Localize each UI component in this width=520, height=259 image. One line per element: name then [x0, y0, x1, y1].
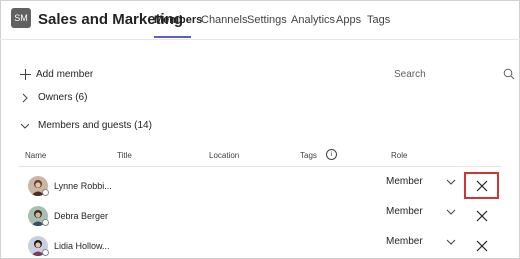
presence-indicator	[42, 249, 49, 256]
column-header-name[interactable]: Name	[25, 151, 46, 160]
chevron-down-icon[interactable]	[446, 239, 456, 245]
info-icon[interactable]: i	[326, 149, 337, 160]
tab-channels[interactable]: Channels	[201, 14, 247, 26]
close-icon	[476, 180, 487, 191]
chevron-down-icon	[20, 123, 30, 129]
chevron-right-icon	[22, 93, 28, 102]
owners-section-label: Owners (6)	[38, 92, 88, 103]
tab-analytics[interactable]: Analytics	[291, 14, 335, 26]
table-row[interactable]: Lynne Robbi... Member	[0, 172, 520, 200]
column-header-title[interactable]: Title	[117, 151, 132, 160]
add-member-label: Add member	[36, 68, 94, 80]
remove-member-button[interactable]	[464, 232, 499, 259]
search-input[interactable]	[394, 66, 494, 82]
owners-section-toggle[interactable]: Owners (6)	[20, 92, 87, 103]
role-dropdown[interactable]: Member	[386, 236, 423, 247]
tab-members[interactable]: Members	[154, 14, 202, 26]
tab-tags[interactable]: Tags	[367, 14, 390, 26]
search-icon[interactable]	[503, 68, 515, 80]
team-header: SM Sales and Marketing Members Channels …	[0, 0, 520, 40]
table-row[interactable]: Debra Berger Member	[0, 202, 520, 230]
tab-apps[interactable]: Apps	[336, 14, 361, 26]
member-name[interactable]: Lidia Hollow...	[54, 241, 110, 251]
role-dropdown[interactable]: Member	[386, 176, 423, 187]
add-member-button[interactable]: Add member	[20, 66, 93, 82]
remove-member-button[interactable]	[464, 172, 499, 199]
chevron-down-icon[interactable]	[446, 209, 456, 215]
close-icon	[476, 210, 487, 221]
remove-member-button[interactable]	[464, 202, 499, 229]
close-icon	[476, 240, 487, 251]
presence-indicator	[42, 219, 49, 226]
column-header-tags[interactable]: Tags	[300, 151, 317, 160]
role-dropdown[interactable]: Member	[386, 206, 423, 217]
members-guests-section-toggle[interactable]: Members and guests (14)	[20, 120, 152, 131]
member-name[interactable]: Debra Berger	[54, 211, 108, 221]
table-row[interactable]: Lidia Hollow... Member	[0, 232, 520, 259]
column-header-location[interactable]: Location	[209, 151, 239, 160]
tab-settings[interactable]: Settings	[247, 14, 287, 26]
members-guests-section-label: Members and guests (14)	[38, 120, 152, 131]
table-header-divider	[18, 166, 502, 167]
plus-icon	[20, 68, 31, 80]
team-avatar: SM	[11, 8, 31, 28]
presence-indicator	[42, 189, 49, 196]
chevron-down-icon[interactable]	[446, 179, 456, 185]
column-header-role[interactable]: Role	[391, 151, 407, 160]
active-tab-indicator	[154, 36, 191, 38]
member-name[interactable]: Lynne Robbi...	[54, 181, 112, 191]
